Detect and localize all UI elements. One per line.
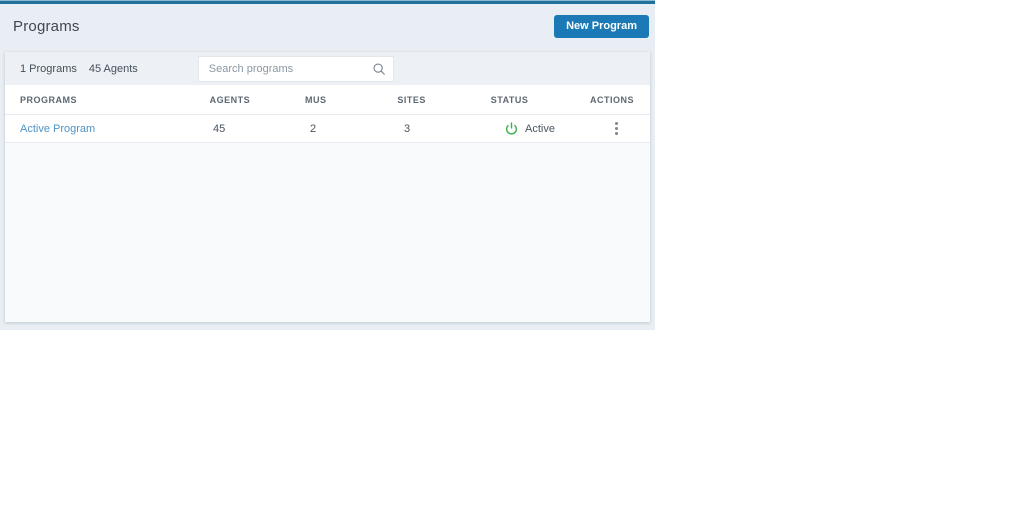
agents-cell: 45	[213, 122, 226, 135]
status-label: Active	[525, 122, 555, 135]
search-box	[197, 55, 394, 82]
column-header-mus: MUS	[305, 94, 327, 105]
page-header: Programs New Program	[0, 4, 655, 52]
page-title: Programs	[13, 17, 80, 35]
programs-count: 1 Programs	[20, 62, 77, 75]
status-cell: Active	[499, 122, 600, 135]
column-header-status: STATUS	[490, 94, 529, 105]
table-row: Active Program 45 2 3 Active	[5, 115, 650, 143]
summary-bar: 1 Programs 45 Agents	[5, 52, 650, 85]
actions-cell	[600, 119, 650, 138]
program-link[interactable]: Active Program	[20, 123, 95, 135]
mus-cell: 2	[310, 122, 317, 135]
kebab-menu-icon[interactable]	[611, 119, 622, 138]
sites-cell: 3	[404, 122, 411, 135]
program-cell: Active Program	[5, 123, 213, 135]
column-header-sites: SITES	[397, 94, 426, 105]
card-empty-area	[5, 143, 650, 322]
column-header-programs: PROGRAMS	[20, 94, 78, 105]
column-header-actions: ACTIONS	[590, 94, 634, 105]
power-icon	[505, 122, 518, 135]
programs-card: 1 Programs 45 Agents PROGRAMS AGENTS MUS…	[5, 52, 650, 322]
search-input[interactable]	[197, 55, 394, 82]
new-program-button[interactable]: New Program	[554, 14, 649, 38]
agents-count: 45 Agents	[88, 62, 138, 75]
column-header-agents: AGENTS	[209, 94, 251, 105]
table-header-row: PROGRAMS AGENTS MUS SITES STATUS ACTIONS	[5, 85, 650, 115]
app-window: Programs New Program 1 Programs 45 Agent…	[0, 0, 655, 330]
